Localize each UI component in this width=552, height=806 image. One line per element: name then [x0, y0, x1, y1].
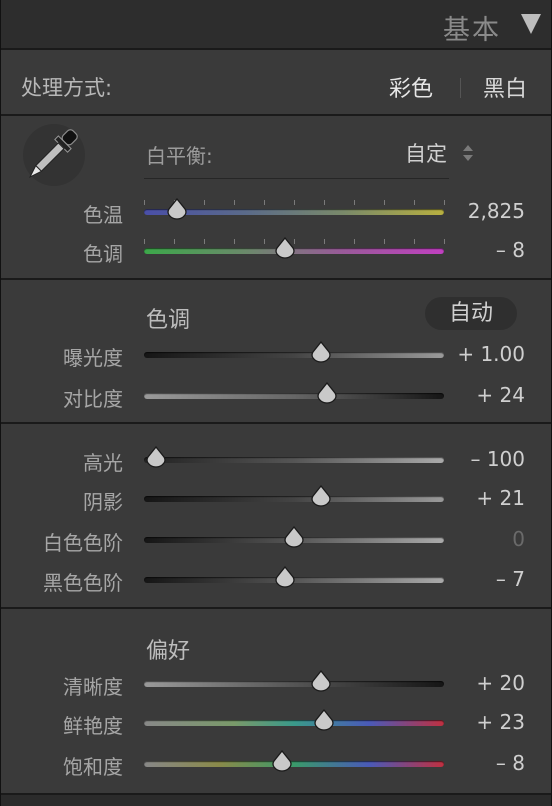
slider-tick: [384, 200, 385, 205]
slider-tick: [264, 239, 265, 244]
slider-tick: [234, 200, 235, 205]
temp-slider-track[interactable]: [144, 200, 445, 215]
blacks-slider-thumb[interactable]: [274, 566, 296, 590]
exposure-label: 曝光度: [63, 346, 123, 370]
whites-slider-thumb[interactable]: [283, 526, 305, 550]
eyedropper-icon: [28, 129, 78, 179]
clarity-slider-track[interactable]: [144, 681, 444, 687]
tint-label: 色调: [83, 242, 123, 266]
slider-tick: [294, 200, 295, 205]
clarity-slider-thumb[interactable]: [310, 670, 332, 694]
treatment-color-option[interactable]: 彩色: [389, 71, 433, 103]
contrast-value[interactable]: + 24: [476, 383, 525, 407]
slider-tick: [354, 200, 355, 205]
slider-tick: [414, 239, 415, 244]
treatment-divider: [460, 78, 461, 98]
temp-label: 色温: [83, 203, 123, 227]
slider-tick: [444, 239, 445, 244]
white-balance-select[interactable]: 自定: [405, 138, 447, 168]
contrast-slider-thumb[interactable]: [316, 382, 338, 406]
wb-divider: [144, 178, 449, 179]
whites-label: 白色色阶: [43, 531, 123, 555]
slider-tick: [444, 200, 445, 205]
treatment-label: 处理方式:: [21, 76, 113, 100]
slider-tick: [324, 239, 325, 244]
vibrance-slider-track[interactable]: [144, 720, 444, 726]
treatment-bw-option[interactable]: 黑白: [483, 71, 527, 103]
saturation-value[interactable]: – 8: [496, 751, 525, 775]
blacks-label: 黑色色阶: [43, 571, 123, 595]
slider-tick: [234, 239, 235, 244]
auto-tone-button[interactable]: 自动: [425, 297, 517, 330]
exposure-slider-thumb[interactable]: [310, 341, 332, 365]
clarity-value[interactable]: + 20: [476, 671, 525, 695]
slider-tick: [324, 200, 325, 205]
slider-tick: [414, 200, 415, 205]
clarity-label: 清晰度: [63, 675, 123, 699]
slider-tick: [384, 239, 385, 244]
slider-tick: [174, 239, 175, 244]
panel-title: 基本: [443, 15, 501, 46]
shadows-slider-thumb[interactable]: [310, 485, 332, 509]
updown-arrows-icon[interactable]: [462, 143, 474, 163]
shadows-slider-track[interactable]: [144, 496, 444, 502]
saturation-slider-thumb[interactable]: [271, 750, 293, 774]
highlights-slider-track[interactable]: [144, 457, 444, 463]
highlights-slider-thumb[interactable]: [145, 446, 167, 470]
contrast-label: 对比度: [63, 387, 123, 411]
exposure-value[interactable]: + 1.00: [457, 342, 525, 366]
saturation-label: 饱和度: [63, 755, 123, 779]
shadows-label: 阴影: [83, 490, 123, 514]
slider-tick: [204, 200, 205, 205]
eyedropper-tool[interactable]: [23, 124, 85, 186]
slider-tick: [354, 239, 355, 244]
vibrance-label: 鲜艳度: [63, 714, 123, 738]
contrast-slider-track[interactable]: [144, 393, 444, 399]
blacks-value[interactable]: – 7: [496, 567, 525, 591]
temp-value[interactable]: 2,825: [468, 199, 525, 223]
highlights-value[interactable]: – 100: [470, 447, 525, 471]
shadows-value[interactable]: + 21: [476, 486, 525, 510]
tint-value[interactable]: – 8: [496, 238, 525, 262]
panel-header[interactable]: 基本: [1, 0, 551, 50]
slider-tick: [144, 200, 145, 205]
slider-tick: [144, 239, 145, 244]
triangle-down-icon[interactable]: [521, 14, 541, 34]
temp-slider-thumb[interactable]: [166, 198, 188, 222]
whites-value[interactable]: 0: [512, 527, 525, 551]
slider-tick: [264, 200, 265, 205]
slider-tick: [204, 239, 205, 244]
basic-panel: 基本 处理方式: 彩色 黑白 白平衡: 自定 色调 自动 偏好 色温 2,825…: [0, 0, 552, 806]
presence-label: 偏好: [146, 639, 191, 664]
highlights-label: 高光: [83, 451, 123, 475]
white-balance-label: 白平衡:: [146, 144, 213, 168]
vibrance-slider-thumb[interactable]: [313, 709, 335, 733]
exposure-slider-track[interactable]: [144, 352, 444, 358]
saturation-slider-track[interactable]: [144, 761, 444, 767]
tint-slider-thumb[interactable]: [274, 237, 296, 261]
tone-label: 色调: [146, 308, 191, 333]
treatment-section: 处理方式: 彩色 黑白: [1, 50, 551, 116]
vibrance-value[interactable]: + 23: [476, 710, 525, 734]
